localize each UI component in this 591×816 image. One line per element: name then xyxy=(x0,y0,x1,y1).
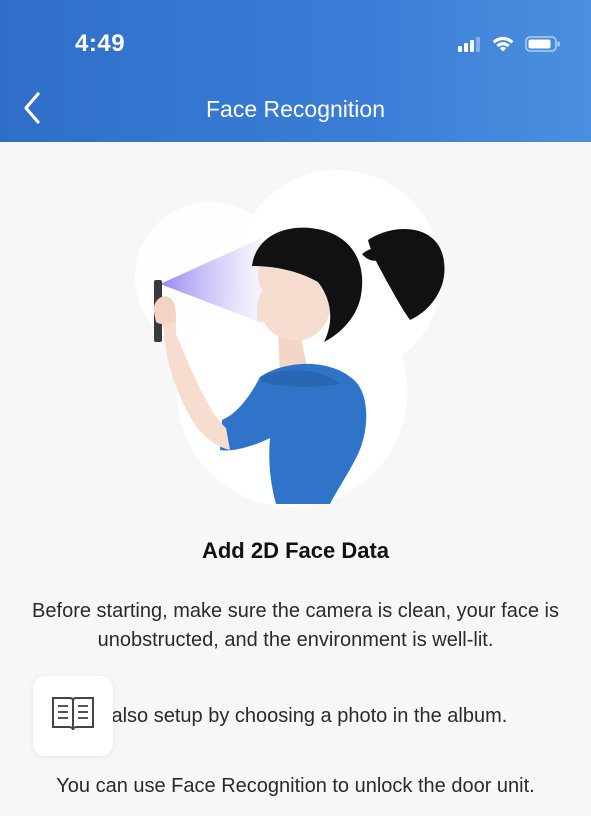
status-time: 4:49 xyxy=(75,30,126,57)
wifi-icon xyxy=(491,35,515,53)
guide-button[interactable] xyxy=(33,676,113,756)
navigation-bar: Face Recognition xyxy=(0,84,591,136)
book-icon xyxy=(50,694,96,739)
battery-icon xyxy=(525,35,561,53)
status-icons xyxy=(457,32,561,56)
app-header: 4:49 Face Recognition xyxy=(0,0,591,142)
status-bar: 4:49 xyxy=(0,0,591,84)
usage-info-text: You can use Face Recognition to unlock t… xyxy=(56,775,535,797)
cellular-signal-icon xyxy=(457,35,481,53)
page-title: Face Recognition xyxy=(206,96,385,122)
section-heading: Add 2D Face Data xyxy=(201,538,390,563)
face-scan-illustration xyxy=(110,162,470,507)
instruction-text: Before starting, make sure the camera is… xyxy=(32,600,559,651)
